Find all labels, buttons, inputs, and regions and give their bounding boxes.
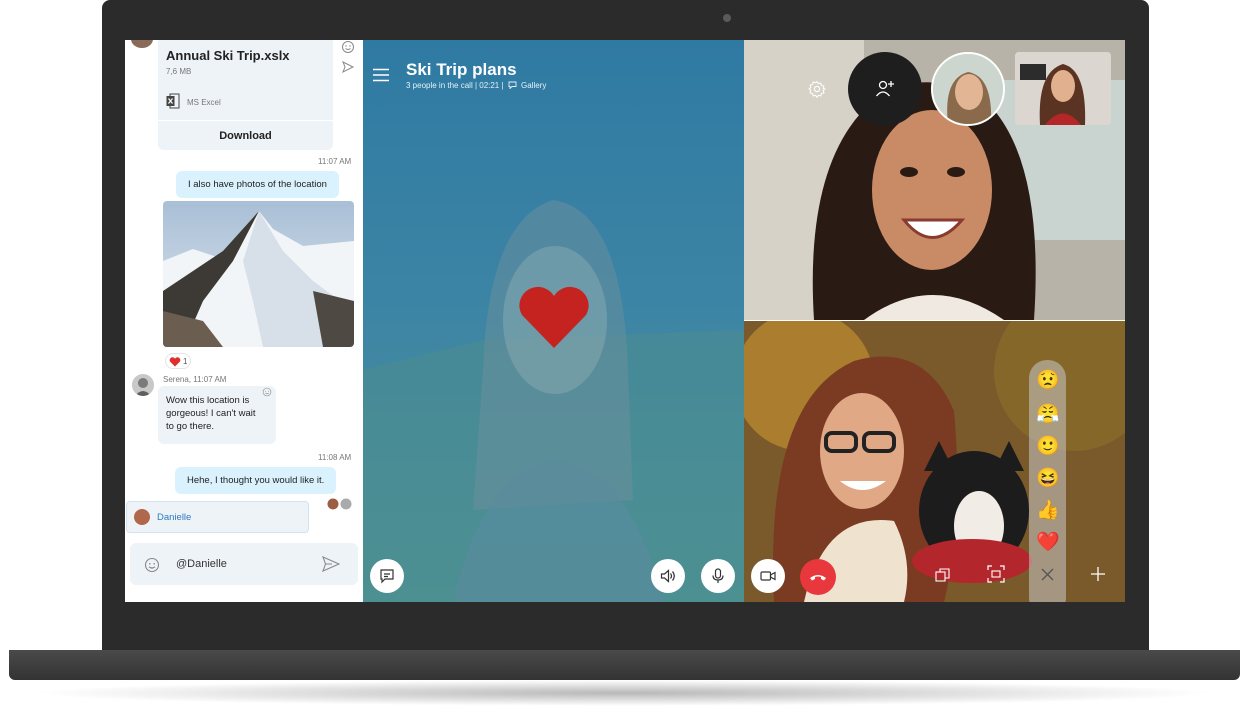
message-text: Hehe, I thought you would like it. — [187, 475, 325, 486]
microphone-button[interactable] — [701, 559, 735, 593]
heart-reaction-icon — [519, 286, 589, 348]
avatar-image — [132, 374, 154, 396]
forward-icon[interactable] — [341, 60, 355, 74]
reaction-badge[interactable]: 1 — [165, 353, 191, 369]
call-status: 3 people in the call | 02:21 | — [406, 81, 504, 90]
shared-photo-mountain[interactable] — [163, 201, 354, 347]
menu-icon[interactable] — [373, 68, 389, 82]
message-line: to go there. — [166, 421, 215, 432]
file-name: Annual Ski Trip.xslx — [166, 48, 290, 63]
chat-panel: Annual Ski Trip.xslx 7,6 MB MS Excel Dow… — [125, 40, 363, 602]
message-text: I also have photos of the location — [188, 179, 327, 190]
reactions-tray: 😟 😤 🙂 😆 👍 ❤️ — [1029, 360, 1066, 602]
compose-bar — [130, 543, 358, 585]
mountain-image — [163, 201, 354, 347]
participant-feed — [744, 321, 1125, 602]
call-subtitle: 3 people in the call | 02:21 | Gallery — [406, 81, 546, 90]
read-receipts — [327, 498, 352, 510]
avatar — [131, 40, 153, 48]
file-size: 7,6 MB — [166, 67, 192, 76]
file-type: MS Excel — [187, 98, 221, 107]
message-bubble-outgoing[interactable]: Hehe, I thought you would like it. — [175, 467, 337, 494]
laptop-base — [9, 650, 1240, 680]
participant-thumbnail-round[interactable] — [931, 52, 1005, 126]
microphone-icon — [712, 568, 724, 583]
avatar-serena[interactable] — [132, 374, 154, 396]
add-people-icon — [875, 80, 894, 97]
reaction-angry[interactable]: 😤 — [1036, 404, 1060, 426]
speaker-icon — [660, 569, 675, 583]
emoji-icon[interactable] — [144, 557, 160, 573]
chat-icon — [380, 569, 394, 584]
send-icon[interactable] — [322, 556, 340, 572]
download-button[interactable]: Download — [158, 120, 333, 150]
plus-icon[interactable] — [1090, 566, 1106, 582]
open-chat-button[interactable] — [370, 559, 404, 593]
speaker-button[interactable] — [651, 559, 685, 593]
end-call-icon — [810, 575, 826, 581]
mention-suggestion[interactable]: Danielle — [126, 501, 309, 533]
end-call-button[interactable] — [800, 559, 836, 595]
emoji-icon[interactable] — [262, 387, 272, 397]
message-timestamp: 11:08 AM — [318, 453, 352, 462]
message-line: gorgeous! I can't wait — [166, 408, 256, 419]
video-icon — [760, 571, 776, 581]
settings-icon[interactable] — [808, 80, 826, 98]
gallery-icon — [508, 81, 517, 90]
participant-feed — [933, 54, 1003, 124]
reaction-heart[interactable]: ❤️ — [1036, 532, 1060, 554]
screen-share-icon[interactable] — [987, 565, 1005, 583]
message-bubble-outgoing[interactable]: I also have photos of the location — [176, 171, 339, 198]
call-title: Ski Trip plans — [406, 60, 517, 79]
avatar-danielle — [134, 509, 150, 525]
reaction-worried[interactable]: 😟 — [1036, 370, 1060, 392]
emoji-icon[interactable] — [341, 40, 355, 54]
reaction-count: 1 — [183, 357, 188, 366]
participant-feed — [1015, 52, 1111, 125]
main-call-stage: Ski Trip plans 3 people in the call | 02… — [363, 40, 744, 602]
message-timestamp: 11:07 AM — [318, 157, 352, 166]
sender-timestamp: Serena, 11:07 AM — [163, 375, 227, 384]
app-window: Annual Ski Trip.xslx 7,6 MB MS Excel Dow… — [125, 40, 1125, 602]
add-people-button[interactable] — [848, 52, 922, 126]
heart-icon — [169, 357, 181, 367]
close-icon[interactable] — [1041, 568, 1054, 581]
reaction-laugh[interactable]: 😆 — [1036, 468, 1060, 490]
participant-thumbnail-self[interactable] — [1015, 52, 1111, 125]
laptop-mockup: Annual Ski Trip.xslx 7,6 MB MS Excel Dow… — [0, 0, 1248, 723]
participant-video-bottom[interactable] — [744, 321, 1125, 602]
gallery-link[interactable]: Gallery — [521, 81, 546, 90]
message-bubble-incoming[interactable]: Wow this location is gorgeous! I can't w… — [158, 386, 276, 444]
switch-camera-icon[interactable] — [935, 567, 951, 583]
laptop-shadow — [30, 680, 1218, 706]
excel-icon — [166, 93, 180, 109]
webcam-dot — [723, 14, 731, 22]
reaction-smile[interactable]: 🙂 — [1036, 436, 1060, 458]
video-toggle-button[interactable] — [751, 559, 785, 593]
reaction-thumbs-up[interactable]: 👍 — [1036, 500, 1060, 522]
mention-name: Danielle — [157, 512, 192, 523]
message-line: Wow this location is — [166, 395, 250, 406]
message-input[interactable] — [176, 556, 306, 572]
